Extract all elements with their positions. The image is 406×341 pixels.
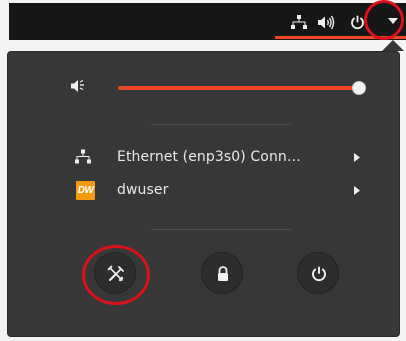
chevron-right-icon <box>354 153 360 162</box>
power-icon <box>312 266 326 282</box>
dw-logo: DW <box>76 181 95 200</box>
menu-item-label: Ethernet (enp3s0) Conn… <box>117 149 301 165</box>
chevron-right-icon <box>354 186 360 195</box>
volume-high-icon[interactable] <box>317 15 335 30</box>
lock-icon <box>218 266 228 281</box>
menu-item-label: dwuser <box>117 182 169 198</box>
volume-slider-handle[interactable] <box>352 81 366 95</box>
volume-muted-icon[interactable] <box>70 78 86 94</box>
separator <box>151 124 291 125</box>
power-icon[interactable] <box>350 15 365 30</box>
annotation-circle <box>82 245 150 305</box>
top-bar <box>9 3 406 40</box>
power-off-button[interactable] <box>297 252 339 294</box>
network-wired-icon <box>75 149 91 164</box>
menu-item-ethernet[interactable]: Ethernet (enp3s0) Conn… <box>67 145 369 171</box>
lock-button[interactable] <box>201 252 243 294</box>
network-wired-icon[interactable] <box>291 15 307 30</box>
volume-slider[interactable] <box>118 81 366 95</box>
annotation-circle <box>364 0 404 40</box>
menu-item-user[interactable]: DW dwuser <box>67 178 369 204</box>
menu-pointer <box>382 40 404 51</box>
separator <box>151 229 291 230</box>
volume-slider-fill <box>118 86 359 90</box>
